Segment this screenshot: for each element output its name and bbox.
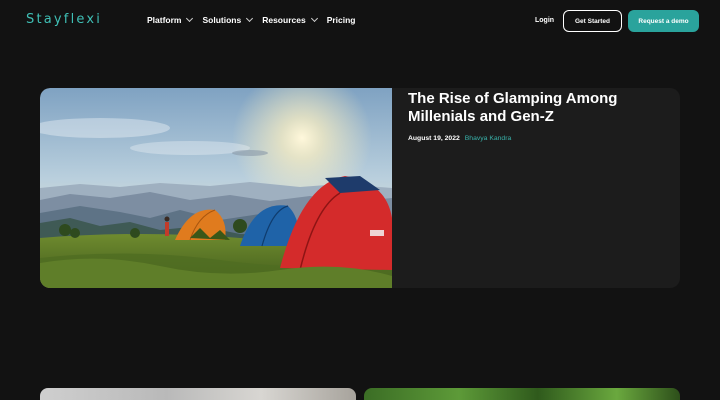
nav-item-label: Solutions [202,15,242,25]
nav-item-label: Resources [262,15,306,25]
request-demo-button[interactable]: Request a demo [628,10,699,32]
get-started-button[interactable]: Get Started [563,10,622,32]
login-link[interactable]: Login [535,17,554,24]
post-card-thumbnail[interactable] [364,388,680,400]
chevron-down-icon [246,14,254,23]
main-menu: Platform Solutions Resources Pricing [147,14,356,25]
camping-scene-image [40,88,392,288]
chevron-down-icon [310,14,318,23]
top-navigation: Stayflexi Platform Solutions Resources P… [0,0,720,42]
featured-post-title[interactable]: The Rise of Glamping Among Millenials an… [408,90,648,126]
nav-item-solutions[interactable]: Solutions [202,14,254,25]
nav-item-label: Platform [147,15,182,25]
post-card-thumbnail[interactable] [40,388,356,400]
nav-item-platform[interactable]: Platform [147,14,194,25]
featured-post-meta: August 19, 2022 Bhavya Kandra [408,135,511,142]
brand-logo[interactable]: Stayflexi [26,12,102,27]
featured-post-image[interactable] [40,88,392,288]
post-author-link[interactable]: Bhavya Kandra [465,135,511,142]
nav-item-label: Pricing [326,15,356,25]
post-date: August 19, 2022 [408,135,460,142]
nav-item-resources[interactable]: Resources [262,14,318,25]
nav-item-pricing[interactable]: Pricing [327,15,356,25]
chevron-down-icon [186,14,194,23]
featured-post-card[interactable]: The Rise of Glamping Among Millenials an… [40,88,680,288]
